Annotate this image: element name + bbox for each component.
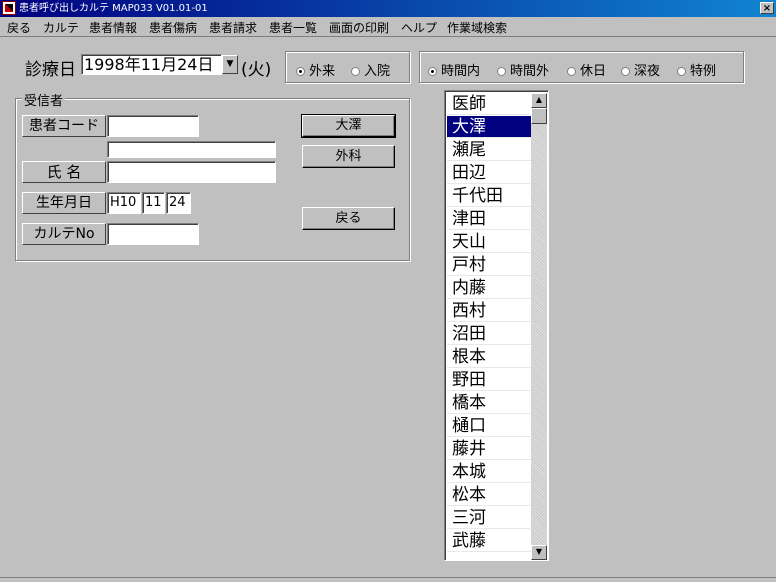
back-button[interactable]: 戻る: [302, 207, 395, 230]
menu-patient-info[interactable]: 患者情報: [89, 19, 137, 36]
radio-icon: [567, 67, 576, 76]
scroll-thumb[interactable]: [531, 108, 547, 124]
close-button[interactable]: ×: [760, 2, 774, 14]
menu-bar: 戻る カルテ 患者情報 患者傷病 患者請求 患者一覧 画面の印刷 ヘルプ 作業域…: [0, 17, 776, 37]
exam-date-label: 診療日: [25, 60, 76, 80]
radio-icon: [677, 67, 686, 76]
birth-date-label: 生年月日: [22, 192, 106, 214]
list-item[interactable]: 樋口: [447, 415, 531, 437]
list-item[interactable]: 田辺: [447, 162, 531, 184]
menu-workspace-search[interactable]: 作業域検索: [447, 19, 507, 36]
patient-name-label: 氏 名: [22, 161, 106, 183]
list-item[interactable]: 野田: [447, 369, 531, 391]
list-item[interactable]: 大澤: [447, 116, 531, 138]
list-item[interactable]: 本城: [447, 461, 531, 483]
receiver-group-label: 受信者: [22, 90, 66, 109]
list-item[interactable]: 根本: [447, 346, 531, 368]
menu-chart[interactable]: カルテ: [43, 19, 79, 36]
doctor-list-scrollbar[interactable]: ▲ ▼: [531, 93, 547, 560]
radio-icon: [351, 67, 360, 76]
birth-month-input[interactable]: 11: [142, 192, 165, 214]
patient-kana-input[interactable]: [107, 141, 276, 158]
radio-selected-icon: [428, 67, 437, 76]
list-item[interactable]: 瀬尾: [447, 139, 531, 161]
radio-holiday[interactable]: 休日: [567, 60, 606, 79]
time-type-group: 時間内 時間外 休日 深夜 特例: [419, 51, 744, 83]
menu-patient-list[interactable]: 患者一覧: [269, 19, 317, 36]
doctor-list[interactable]: 医師 大澤 瀬尾 田辺 千代田 津田 天山 戸村 内藤 西村 沼田 根本 野田 …: [444, 90, 549, 561]
radio-after-hours-label: 時間外: [510, 64, 550, 79]
menu-help[interactable]: ヘルプ: [401, 19, 437, 36]
radio-outpatient[interactable]: 外来: [296, 60, 335, 79]
list-item[interactable]: 内藤: [447, 277, 531, 299]
patient-name-input[interactable]: [107, 161, 276, 183]
patient-code-input[interactable]: [107, 115, 199, 137]
chart-no-label: カルテNo: [22, 223, 106, 245]
radio-late-night[interactable]: 深夜: [621, 60, 660, 79]
scroll-down-icon[interactable]: ▼: [531, 545, 547, 560]
list-item[interactable]: 千代田: [447, 185, 531, 207]
list-item[interactable]: 三河: [447, 507, 531, 529]
radio-icon: [497, 67, 506, 76]
bottom-border: [0, 577, 776, 582]
menu-patient-billing[interactable]: 患者請求: [209, 19, 257, 36]
radio-late-night-label: 深夜: [634, 64, 661, 79]
radio-special-label: 特例: [690, 64, 717, 79]
exam-date-value: 1998年11月24日: [84, 55, 214, 74]
patient-code-label: 患者コード: [22, 115, 106, 137]
exam-date-field[interactable]: 1998年11月24日: [81, 54, 222, 75]
radio-icon: [621, 67, 630, 76]
list-item[interactable]: 西村: [447, 300, 531, 322]
radio-outpatient-label: 外来: [309, 64, 336, 79]
menu-back[interactable]: 戻る: [7, 19, 31, 36]
birth-day-input[interactable]: 24: [166, 192, 191, 214]
exam-weekday: (火): [241, 60, 272, 80]
chevron-down-icon[interactable]: ▼: [222, 55, 238, 74]
doctor-button[interactable]: 大澤: [301, 114, 396, 138]
scroll-up-icon[interactable]: ▲: [531, 93, 547, 108]
list-item[interactable]: 橋本: [447, 392, 531, 414]
list-item[interactable]: 天山: [447, 231, 531, 253]
list-item[interactable]: 沼田: [447, 323, 531, 345]
doctor-list-header: 医師: [447, 93, 531, 115]
radio-regular-hours[interactable]: 時間内: [428, 60, 480, 79]
window-title: 患者呼び出しカルテ MAP033 V01.01-01: [19, 3, 208, 14]
app-icon: [2, 1, 16, 15]
menu-print-screen[interactable]: 画面の印刷: [329, 19, 389, 36]
visit-type-group: 外来 入院: [285, 51, 410, 83]
department-button[interactable]: 外科: [302, 145, 395, 168]
birth-era-input[interactable]: H10: [107, 192, 141, 214]
radio-holiday-label: 休日: [580, 64, 607, 79]
title-bar: 患者呼び出しカルテ MAP033 V01.01-01 ×: [0, 0, 776, 17]
radio-regular-hours-label: 時間内: [441, 64, 481, 79]
menu-patient-disease[interactable]: 患者傷病: [149, 19, 197, 36]
chart-no-input[interactable]: [107, 223, 199, 245]
radio-inpatient[interactable]: 入院: [351, 60, 390, 79]
list-item[interactable]: 武藤: [447, 530, 531, 552]
radio-after-hours[interactable]: 時間外: [497, 60, 549, 79]
radio-special[interactable]: 特例: [677, 60, 716, 79]
radio-selected-icon: [296, 67, 305, 76]
list-item[interactable]: 戸村: [447, 254, 531, 276]
list-item[interactable]: 藤井: [447, 438, 531, 460]
radio-inpatient-label: 入院: [364, 64, 391, 79]
list-item[interactable]: 松本: [447, 484, 531, 506]
list-item[interactable]: 津田: [447, 208, 531, 230]
